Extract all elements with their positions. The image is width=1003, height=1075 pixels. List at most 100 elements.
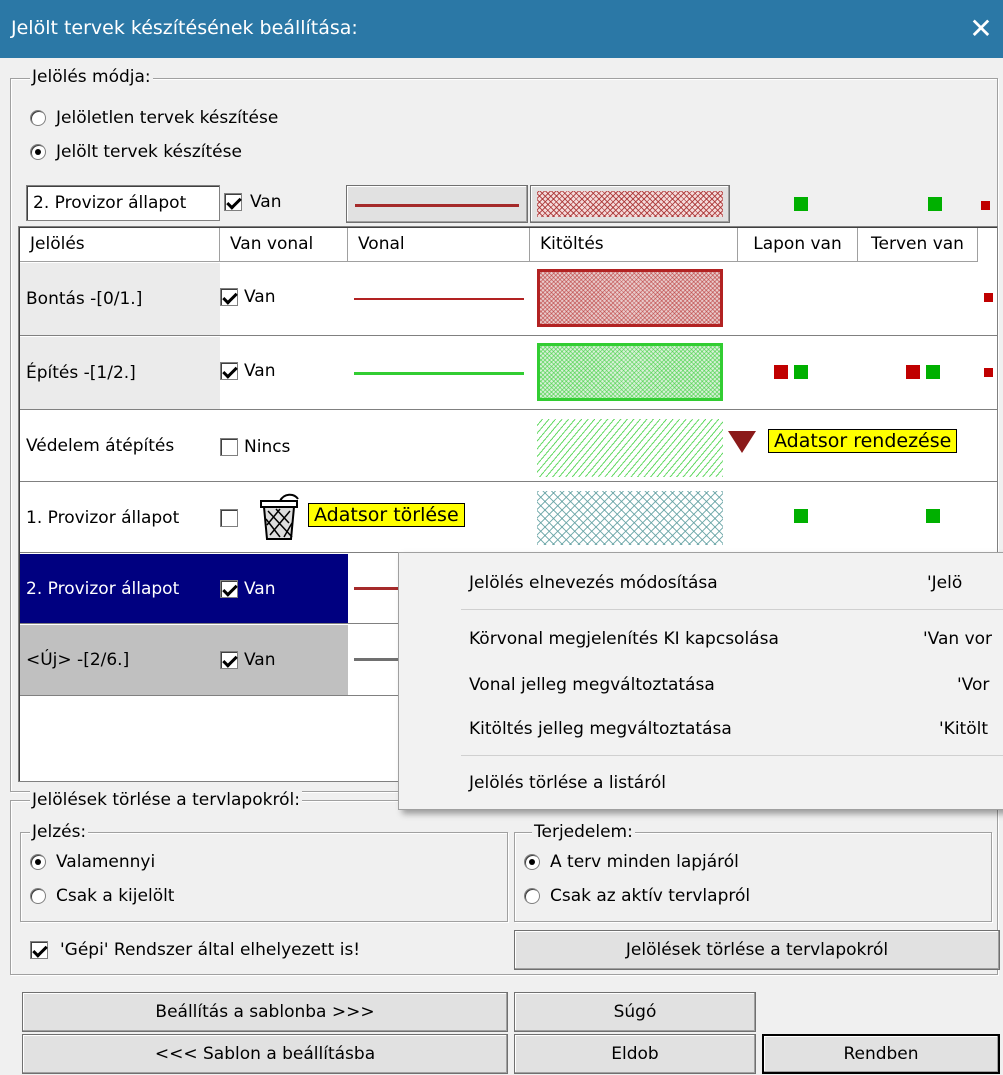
to-template-button[interactable]: Beállítás a sablonba >>> (22, 992, 508, 1032)
row-fill-sample (537, 343, 723, 401)
sort-arrow-icon (728, 431, 756, 453)
row-name-cell: Védelem átépítés (20, 411, 220, 481)
delete-tooltip: Adatsor törlése (308, 503, 465, 527)
row-van-checkbox[interactable]: Nincs (220, 437, 290, 457)
radio-csak-kijelolt-label: Csak a kijelölt (56, 886, 175, 906)
row-lapon-green-marker (794, 365, 808, 379)
sort-tooltip: Adatsor rendezése (768, 429, 958, 453)
radio-unmarked-icon[interactable] (30, 110, 46, 126)
menu-item-fill-style[interactable]: Kitöltés jelleg megváltoztatása (469, 719, 732, 739)
row-van-checkbox[interactable] (220, 509, 238, 527)
menu-separator (461, 609, 1003, 610)
col-header-lapon-van[interactable]: Lapon van (738, 228, 858, 262)
close-icon[interactable]: ✕ (965, 12, 997, 46)
row-terven-green-marker (926, 365, 940, 379)
row-terven-red-marker (906, 365, 920, 379)
editor-van-checkbox[interactable]: Van (224, 192, 282, 212)
radio-valamennyi[interactable]: Valamennyi (30, 852, 155, 872)
radio-unmarked-plans[interactable]: Jelöletlen tervek készítése (30, 108, 278, 128)
radio-aktiv-lap-icon[interactable] (524, 888, 540, 904)
fill-style-sample (537, 191, 723, 217)
context-menu: Jelölés elnevezés módosítása 'Jelö Körvo… (398, 552, 1003, 810)
gepi-checkbox[interactable]: 'Gépi' Rendszer által elhelyezett is! (30, 940, 360, 960)
jelzes-legend: Jelzés: (30, 822, 89, 842)
row-van-checkbox[interactable]: Van (220, 650, 276, 670)
col-header-terven-van[interactable]: Terven van (858, 228, 978, 262)
table-row[interactable]: Bontás -[0/1.] Van (20, 263, 997, 336)
row-check-icon[interactable] (220, 509, 238, 527)
marking-name-value: 2. Provizor állapot (33, 193, 187, 213)
gepi-check-icon[interactable] (30, 941, 48, 959)
row-vanvonal-label: Van (244, 650, 276, 670)
terjedelem-group (514, 832, 992, 922)
delete-from-sheets-button[interactable]: Jelölések törlése a tervlapokról (514, 930, 1000, 970)
table-row[interactable]: Védelem átépítés Nincs Adatsor rendezése (20, 411, 997, 482)
radio-minden-lap-icon[interactable] (524, 854, 540, 870)
line-style-sample (355, 204, 519, 207)
row-name-cell: <Új> -[2/6.] (20, 625, 220, 695)
radio-minden-lap-label: A terv minden lapjáról (550, 852, 739, 872)
row-check-icon[interactable] (220, 288, 238, 306)
col-header-kitoltes[interactable]: Kitöltés (530, 228, 738, 262)
row-check-icon[interactable] (220, 362, 238, 380)
mode-group-legend: Jelölés módja: (30, 67, 153, 87)
editor-van-check-icon[interactable] (224, 193, 242, 211)
editor-terven-marker (928, 197, 942, 211)
radio-minden-lap[interactable]: A terv minden lapjáról (524, 852, 739, 872)
radio-aktiv-lap[interactable]: Csak az aktív tervlapról (524, 886, 750, 906)
menu-item-outline-toggle[interactable]: Körvonal megjelenítés KI kapcsolása (469, 629, 779, 649)
menu-item-rename[interactable]: Jelölés elnevezés módosítása (469, 573, 718, 593)
row-vanvonal-label: Nincs (244, 437, 291, 457)
col-header-jeloles[interactable]: Jelölés (20, 228, 220, 262)
row-name-cell: 2. Provizor állapot (20, 554, 220, 623)
editor-van-label: Van (250, 192, 282, 212)
col-header-vonal[interactable]: Vonal (348, 228, 530, 262)
row-lapon-green-marker (794, 509, 808, 523)
table-row[interactable]: Építés -[1/2.] Van (20, 337, 997, 410)
row-terven-red-marker (984, 293, 993, 302)
row-fill-sample (537, 491, 723, 545)
row-vanvonal-label: Van (244, 361, 276, 381)
line-style-button[interactable] (346, 185, 528, 223)
window-title: Jelölt tervek készítésének beállítása: (11, 17, 358, 39)
menu-item-rename-shortcut: 'Jelö (927, 573, 963, 593)
from-template-button[interactable]: <<< Sablon a beállításba (22, 1034, 508, 1074)
table-row[interactable]: 1. Provizor állapot Adatsor törlése (20, 483, 997, 553)
row-check-icon[interactable] (220, 438, 238, 456)
row-terven-green-marker (926, 509, 940, 523)
col-header-van-vonal[interactable]: Van vonal (220, 228, 348, 262)
radio-csak-kijelolt[interactable]: Csak a kijelölt (30, 886, 174, 906)
fill-style-button[interactable] (530, 185, 730, 223)
marking-name-input[interactable]: 2. Provizor állapot (26, 185, 220, 221)
radio-marked-plans[interactable]: Jelölt tervek készítése (30, 142, 242, 162)
row-name: Bontás -[0/1.] (26, 289, 143, 309)
row-name-cell: Építés -[1/2.] (20, 337, 220, 409)
title-bar: Jelölt tervek készítésének beállítása: ✕ (0, 0, 1003, 58)
row-line-sample (354, 298, 524, 300)
cancel-button[interactable]: Eldob (514, 1034, 756, 1074)
radio-csak-kijelolt-icon[interactable] (30, 888, 46, 904)
menu-item-outline-shortcut: 'Van vor (923, 629, 993, 649)
row-check-icon[interactable] (220, 580, 238, 598)
row-name-cell: 1. Provizor állapot (20, 483, 220, 552)
row-name: 1. Provizor állapot (26, 507, 180, 528)
editor-lapon-marker (794, 197, 808, 211)
delete-group-legend: Jelölések törlése a tervlapokról: (30, 790, 302, 810)
menu-item-delete-marking[interactable]: Jelölés törlése a listáról (469, 773, 666, 793)
row-van-checkbox[interactable]: Van (220, 287, 276, 307)
help-button[interactable]: Súgó (514, 992, 756, 1032)
radio-valamennyi-icon[interactable] (30, 854, 46, 870)
ok-button[interactable]: Rendben (762, 1034, 1000, 1074)
editor-terven-red-marker (981, 201, 990, 210)
menu-item-line-shortcut: 'Vor (957, 675, 990, 695)
radio-marked-icon[interactable] (30, 144, 46, 160)
row-fill-sample (537, 419, 723, 477)
row-van-checkbox[interactable]: Van (220, 579, 276, 599)
jelzes-group (20, 832, 508, 922)
menu-item-line-style[interactable]: Vonal jelleg megváltoztatása (469, 675, 715, 695)
row-check-icon[interactable] (220, 651, 238, 669)
row-van-checkbox[interactable]: Van (220, 361, 276, 381)
trash-icon (256, 493, 302, 541)
row-name: Védelem átépítés (26, 436, 175, 456)
row-name: Építés -[1/2.] (26, 363, 136, 383)
